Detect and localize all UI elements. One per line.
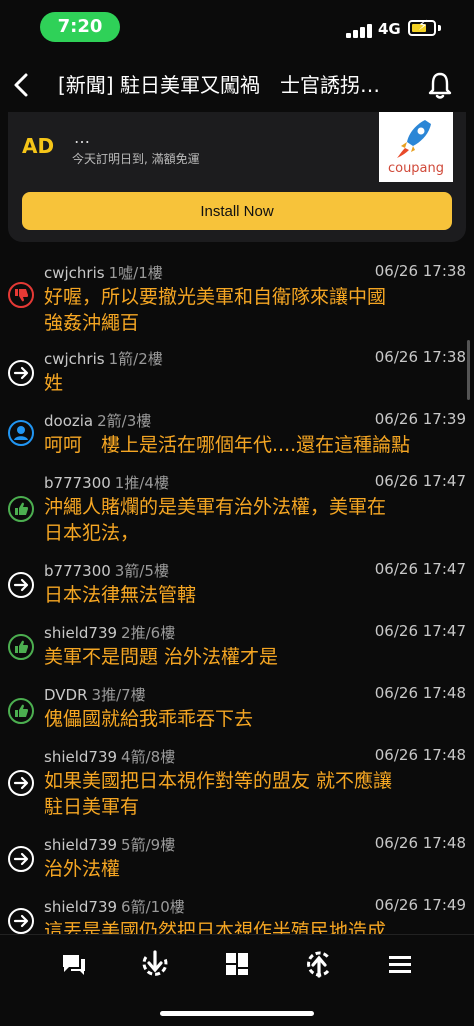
arrow-icon (8, 360, 34, 386)
comment-line: 傀儡國就給我乖乖吞下去 (44, 708, 254, 730)
rocket-icon (397, 120, 431, 158)
comment-author[interactable]: b777300 (44, 562, 111, 580)
push-icon (8, 634, 34, 660)
comment-line: 呵呵 樓上是活在哪個年代....還在這種論點 (44, 434, 411, 456)
back-icon[interactable] (8, 68, 38, 102)
comment-author[interactable]: cwjchris (44, 264, 105, 282)
comment-line: 沖繩人賭爛的是美軍有治外法權，美軍在 (44, 496, 387, 518)
comment-header: doozia 2箭/3樓 (44, 410, 151, 430)
ad-logo-text: coupang (387, 161, 445, 176)
jump-to-bottom-icon[interactable] (138, 947, 172, 981)
refresh-icon[interactable] (302, 947, 336, 981)
nav-bar: [新聞] 駐日美軍又闖禍 士官誘拐… (0, 58, 474, 112)
comment-time: 06/26 17:48 (374, 746, 466, 764)
comment-line: 日本犯法， (44, 522, 140, 544)
comment-text: 美軍不是問題 治外法權才是 (44, 644, 454, 670)
battery-tip (438, 25, 441, 31)
comment-time: 06/26 17:38 (374, 262, 466, 280)
bell-icon[interactable] (426, 70, 454, 100)
arrow-icon (8, 770, 34, 796)
scrollbar[interactable] (467, 340, 470, 400)
comment-text: 呵呵 樓上是活在哪個年代....還在這種論點 (44, 432, 454, 458)
comment-line: 駐日美軍有 (44, 796, 140, 818)
comment-text: 日本法律無法管轄 (44, 582, 454, 608)
comment-tag: 2箭/3樓 (97, 412, 152, 430)
comment-line: 好喔，所以要撤光美軍和自衛隊來讓中國 (44, 286, 387, 308)
install-now-button[interactable]: Install Now (22, 192, 452, 230)
home-indicator[interactable] (160, 1011, 314, 1016)
comment-time: 06/26 17:47 (374, 622, 466, 640)
comment-header: cwjchris 1箭/2樓 (44, 348, 163, 368)
push-icon (8, 698, 34, 724)
comment-time: 06/26 17:38 (374, 348, 466, 366)
network-label: 4G (378, 20, 401, 38)
comment-text: 好喔，所以要撤光美軍和自衛隊來讓中國 強姦沖繩百 (44, 284, 454, 336)
comment-text: 沖繩人賭爛的是美軍有治外法權，美軍在 日本犯法， (44, 494, 454, 546)
arrow-icon (8, 572, 34, 598)
comment-line: 如果美國把日本視作對等的盟友 就不應讓 (44, 770, 393, 792)
arrow-icon (8, 908, 34, 934)
ad-banner[interactable]: AD … 今天訂明日到, 滿額免運 coupang Install Now (8, 112, 466, 242)
comment-tag: 2推/6樓 (121, 624, 176, 642)
comment-time: 06/26 17:48 (374, 684, 466, 702)
comment-author[interactable]: b777300 (44, 474, 111, 492)
comment-time: 06/26 17:47 (374, 560, 466, 578)
status-bar: 7:20 4G ⚡ (0, 0, 474, 56)
comment-line: 日本法律無法管轄 (44, 584, 197, 606)
comment-author[interactable]: shield739 (44, 748, 117, 766)
comment-text: 治外法權 (44, 856, 454, 882)
comment-line: 治外法權 (44, 858, 121, 880)
push-icon (8, 496, 34, 522)
status-time: 7:20 (40, 12, 120, 42)
menu-icon[interactable] (383, 947, 417, 981)
ad-logo[interactable]: coupang (379, 112, 453, 182)
comment-time: 06/26 17:49 (374, 896, 466, 914)
arrow-icon (8, 846, 34, 872)
comment-time: 06/26 17:48 (374, 834, 466, 852)
comment-header: DVDR 3推/7樓 (44, 684, 146, 704)
grid-icon[interactable] (220, 947, 254, 981)
comment-tag: 6箭/10樓 (121, 898, 185, 916)
comment-header: b777300 3箭/5樓 (44, 560, 169, 580)
comment-author[interactable]: DVDR (44, 686, 88, 704)
comment-tag: 1推/4樓 (114, 474, 169, 492)
page-title: [新聞] 駐日美軍又闖禍 士官誘拐… (58, 73, 380, 97)
comment-tag: 1噓/1樓 (108, 264, 163, 282)
ad-title: … (74, 128, 90, 147)
comment-tag: 3推/7樓 (91, 686, 146, 704)
comment-tag: 5箭/9樓 (121, 836, 176, 854)
comment-line: 姓 (44, 372, 64, 394)
comment-header: shield739 2推/6樓 (44, 622, 175, 642)
ad-label: AD (22, 134, 55, 158)
comment-header: b777300 1推/4樓 (44, 472, 169, 492)
comment-header: cwjchris 1噓/1樓 (44, 262, 163, 282)
comment-tag: 1箭/2樓 (108, 350, 163, 368)
comment-author[interactable]: shield739 (44, 898, 117, 916)
comment-time: 06/26 17:47 (374, 472, 466, 490)
ad-subtitle: 今天訂明日到, 滿額免運 (72, 152, 200, 166)
comment-author[interactable]: shield739 (44, 836, 117, 854)
charging-icon: ⚡ (418, 18, 428, 34)
comment-author[interactable]: shield739 (44, 624, 117, 642)
comments-icon[interactable] (57, 947, 91, 981)
boo-icon (8, 282, 34, 308)
signal-icon (346, 22, 372, 38)
user-icon (8, 420, 34, 446)
comment-text: 姓 (44, 370, 454, 396)
comment-text: 如果美國把日本視作對等的盟友 就不應讓 駐日美軍有 (44, 768, 454, 820)
comment-tag: 3箭/5樓 (114, 562, 169, 580)
comment-header: shield739 4箭/8樓 (44, 746, 175, 766)
comment-time: 06/26 17:39 (374, 410, 466, 428)
comment-author[interactable]: doozia (44, 412, 93, 430)
comment-header: shield739 5箭/9樓 (44, 834, 175, 854)
comment-text: 傀儡國就給我乖乖吞下去 (44, 706, 454, 732)
comment-line: 美軍不是問題 治外法權才是 (44, 646, 279, 668)
comment-tag: 4箭/8樓 (121, 748, 176, 766)
comment-header: shield739 6箭/10樓 (44, 896, 185, 916)
comment-author[interactable]: cwjchris (44, 350, 105, 368)
comment-line: 強姦沖繩百 (44, 312, 140, 334)
